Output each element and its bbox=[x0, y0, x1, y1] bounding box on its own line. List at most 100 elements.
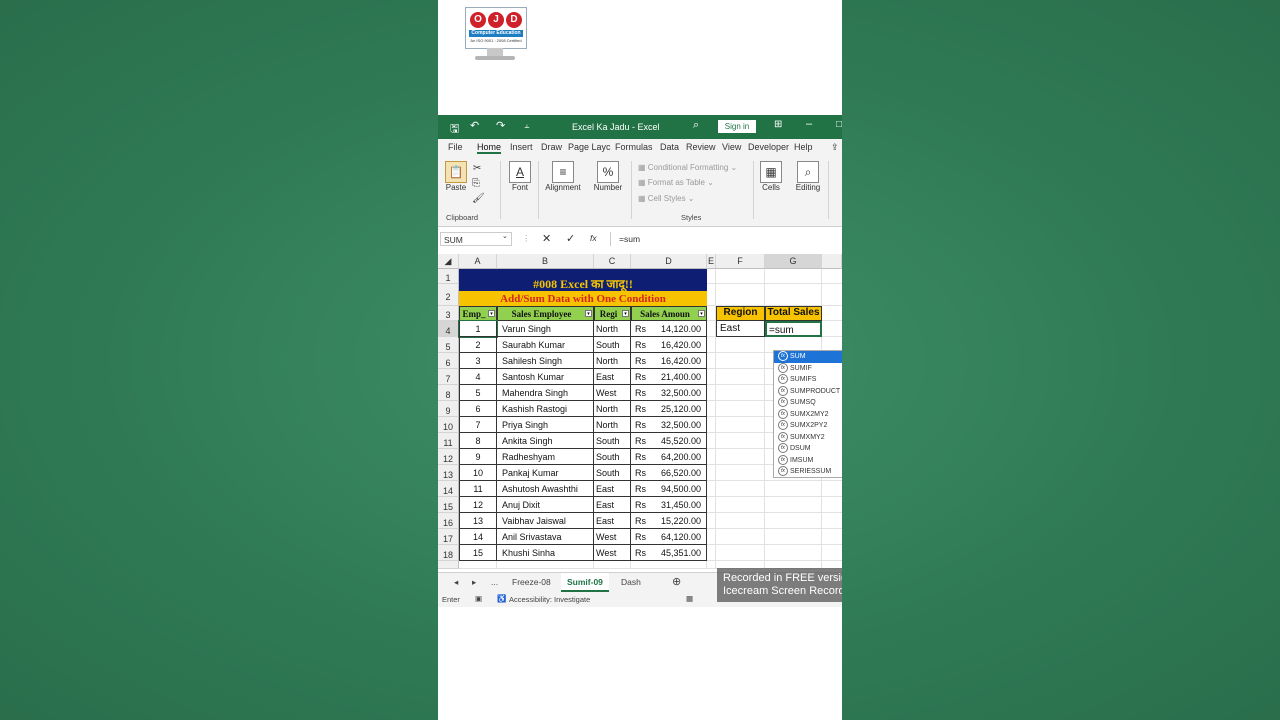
tab-developer[interactable]: Developer bbox=[748, 142, 789, 152]
enter-icon[interactable]: ✓ bbox=[566, 232, 575, 245]
share-icon[interactable]: ⇪ bbox=[831, 142, 839, 153]
cell-employee-name[interactable]: Kashish Rastogi bbox=[497, 401, 594, 417]
cell-employee-name[interactable]: Khushi Sinha bbox=[497, 545, 594, 561]
cell-emp-id[interactable]: 11 bbox=[459, 481, 497, 497]
redo-icon[interactable]: ↷ bbox=[496, 119, 505, 132]
sign-in-button[interactable]: Sign in bbox=[718, 120, 756, 133]
cell-region[interactable]: North bbox=[594, 417, 631, 433]
ribbon-display-icon[interactable]: ⊞ bbox=[774, 119, 782, 130]
formula-input[interactable]: =sum bbox=[610, 232, 840, 246]
cell-sales-amount[interactable]: 16,420.00 bbox=[631, 353, 707, 369]
cell-region[interactable]: South bbox=[594, 465, 631, 481]
cell-emp-id[interactable]: 9 bbox=[459, 449, 497, 465]
cell-region[interactable]: North bbox=[594, 401, 631, 417]
cell-employee-name[interactable]: Pankaj Kumar bbox=[497, 465, 594, 481]
cancel-icon[interactable]: ✕ bbox=[542, 232, 551, 245]
autocomplete-item[interactable]: fx IMSUM bbox=[774, 454, 842, 467]
row-header-2[interactable]: 2 bbox=[438, 284, 459, 306]
cell-styles-button[interactable]: ▦ Cell Styles ⌄ bbox=[638, 194, 695, 203]
cell-sales-amount[interactable]: 14,120.00 bbox=[631, 321, 707, 337]
sheet-tab-dash[interactable]: Dash bbox=[621, 577, 641, 587]
row-header-6[interactable]: 6 bbox=[438, 353, 459, 369]
sheet-tab-sumif-09[interactable]: Sumif-09 bbox=[561, 573, 609, 592]
restore-icon[interactable]: □ bbox=[836, 119, 842, 130]
copy-icon[interactable]: ⎘ bbox=[472, 178, 480, 189]
row-header-14[interactable]: 14 bbox=[438, 481, 459, 497]
insert-function-icon[interactable]: fx bbox=[590, 233, 597, 243]
row-header-11[interactable]: 11 bbox=[438, 433, 459, 449]
active-cell-g4[interactable]: =sum bbox=[765, 321, 822, 337]
accessibility-status[interactable]: Accessibility: Investigate bbox=[509, 595, 590, 604]
filter-dropdown-icon[interactable]: ▾ bbox=[585, 310, 592, 317]
autocomplete-item[interactable]: fx SUMX2PY2 bbox=[774, 420, 842, 432]
tab-insert[interactable]: Insert bbox=[510, 142, 533, 152]
function-autocomplete-list[interactable]: fx SUM fx SUMIF fx SUMIFS fx SUMPRODUCT fx SUMSQ f… bbox=[773, 350, 842, 478]
row-header-4[interactable]: 4 bbox=[438, 321, 459, 337]
select-all-corner[interactable]: ◢ bbox=[438, 254, 459, 269]
row-header-9[interactable]: 9 bbox=[438, 401, 459, 417]
column-header-f[interactable]: F bbox=[716, 254, 765, 269]
cell-emp-id[interactable]: 13 bbox=[459, 513, 497, 529]
conditional-formatting-button[interactable]: ▦ Conditional Formatting ⌄ bbox=[638, 163, 737, 172]
row-header-17[interactable]: 17 bbox=[438, 529, 459, 545]
tab-data[interactable]: Data bbox=[660, 142, 679, 152]
autocomplete-item[interactable]: fx SUMX2MY2 bbox=[774, 408, 842, 421]
cell-region[interactable]: East bbox=[594, 369, 631, 385]
cell-emp-id[interactable]: 4 bbox=[459, 369, 497, 385]
column-header-d[interactable]: D bbox=[631, 254, 707, 269]
row-header-5[interactable]: 5 bbox=[438, 337, 459, 353]
more-sheets[interactable]: ... bbox=[491, 577, 498, 587]
sheet-subtitle[interactable]: Add/Sum Data with One Condition bbox=[459, 291, 707, 307]
row-header-10[interactable]: 10 bbox=[438, 417, 459, 433]
tab-formulas[interactable]: Formulas bbox=[615, 142, 653, 152]
cell-employee-name[interactable]: Sahilesh Singh bbox=[497, 353, 594, 369]
cell-employee-name[interactable]: Ankita Singh bbox=[497, 433, 594, 449]
cell-region[interactable]: West bbox=[594, 529, 631, 545]
cell-region[interactable]: West bbox=[594, 385, 631, 401]
filter-dropdown-icon[interactable]: ▾ bbox=[488, 310, 495, 317]
alignment-button[interactable]: ≡ Alignment bbox=[542, 161, 584, 192]
row-header-18[interactable]: 18 bbox=[438, 545, 459, 561]
cell-sales-amount[interactable]: 32,500.00 bbox=[631, 417, 707, 433]
cell-emp-id[interactable]: 7 bbox=[459, 417, 497, 433]
cell-emp-id[interactable]: 2 bbox=[459, 337, 497, 353]
cell-region[interactable]: South bbox=[594, 433, 631, 449]
cell-sales-amount[interactable]: 64,200.00 bbox=[631, 449, 707, 465]
autocomplete-item[interactable]: fx SUMSQ bbox=[774, 397, 842, 409]
autocomplete-item[interactable]: fx SUMIF bbox=[774, 362, 842, 375]
summary-region-header[interactable]: Region bbox=[716, 306, 765, 321]
undo-icon[interactable]: ↶ bbox=[470, 119, 479, 132]
filter-dropdown-icon[interactable]: ▾ bbox=[622, 310, 629, 317]
autocomplete-item[interactable]: fx SERIESSUM bbox=[774, 466, 842, 478]
cell-sales-amount[interactable]: 15,220.00 bbox=[631, 513, 707, 529]
format-painter-icon[interactable]: 🖌 bbox=[472, 193, 485, 204]
row-header-16[interactable]: 16 bbox=[438, 513, 459, 529]
tab-file[interactable]: File bbox=[448, 142, 463, 152]
row-header-7[interactable]: 7 bbox=[438, 369, 459, 385]
search-icon[interactable]: ⌕ bbox=[693, 119, 699, 132]
cell-sales-amount[interactable]: 21,400.00 bbox=[631, 369, 707, 385]
cell-region[interactable]: South bbox=[594, 337, 631, 353]
tab-page-layout[interactable]: Page Layc bbox=[568, 142, 611, 152]
cell-sales-amount[interactable]: 45,351.00 bbox=[631, 545, 707, 561]
tab-view[interactable]: View bbox=[722, 142, 741, 152]
cell-sales-amount[interactable]: 45,520.00 bbox=[631, 433, 707, 449]
row-header-15[interactable]: 15 bbox=[438, 497, 459, 513]
cell-region[interactable]: East bbox=[594, 481, 631, 497]
name-box-dropdown-icon[interactable]: ⌄ bbox=[502, 232, 508, 240]
cell-sales-amount[interactable]: 94,500.00 bbox=[631, 481, 707, 497]
cell-region[interactable]: North bbox=[594, 321, 631, 337]
cut-icon[interactable]: ✂ bbox=[473, 163, 481, 174]
tab-home[interactable]: Home bbox=[477, 142, 502, 154]
number-button[interactable]: % Number bbox=[592, 161, 624, 192]
cell-employee-name[interactable]: Saurabh Kumar bbox=[497, 337, 594, 353]
filter-dropdown-icon[interactable]: ▾ bbox=[698, 310, 705, 317]
cell-region[interactable]: East bbox=[594, 513, 631, 529]
font-button[interactable]: A Font bbox=[508, 161, 532, 192]
cell-employee-name[interactable]: Anuj Dixit bbox=[497, 497, 594, 513]
sheet-tab-freeze-08[interactable]: Freeze-08 bbox=[512, 577, 551, 587]
cell-region[interactable]: North bbox=[594, 353, 631, 369]
format-as-table-button[interactable]: ▦ Format as Table ⌄ bbox=[638, 178, 714, 187]
quick-access-dropdown-icon[interactable]: ⫠ bbox=[524, 120, 529, 131]
row-header-8[interactable]: 8 bbox=[438, 385, 459, 401]
